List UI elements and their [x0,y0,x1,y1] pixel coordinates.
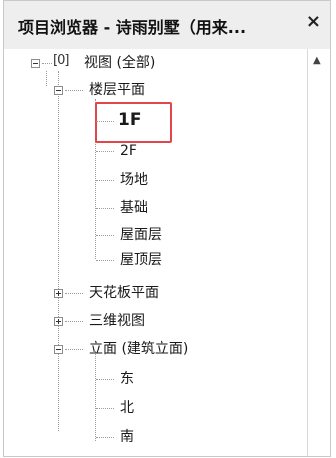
tree-connector [65,293,83,294]
collapse-toggle-icon[interactable] [54,86,63,95]
collapse-toggle-icon[interactable] [54,345,63,354]
tree-item-north[interactable]: 北 [120,397,134,419]
tree-connector [65,349,83,350]
tree-node-floor-plans[interactable]: 楼层平面 [89,79,145,101]
tree-node-ceiling-plans[interactable]: 天花板平面 [89,282,159,304]
tree-connector [96,437,114,438]
tree-connector [96,208,114,209]
chevron-up-icon[interactable]: ▲ [313,55,321,66]
project-browser-panel: 项目浏览器 - 诗雨别墅（用来... × [0] 视图 (全部) 楼层平面 1F… [3,0,331,457]
tree-connector [96,180,114,181]
tree-item-east[interactable]: 东 [120,368,134,390]
tree-guide-line [58,71,59,431]
tree-connector [96,121,114,122]
panel-titlebar: 项目浏览器 - 诗雨别墅（用来... × [4,1,330,50]
tree-view: [0] 视图 (全部) 楼层平面 1F 2F 场地 基础 屋面层 屋顶层 天花板… [4,49,330,456]
collapse-toggle-icon[interactable] [31,59,40,68]
expand-toggle-icon[interactable] [54,289,63,298]
tree-guide-line [95,351,96,441]
tree-connector [65,321,83,322]
tree-item-south[interactable]: 南 [120,426,134,448]
view-bracket-icon: [0] [53,53,69,68]
tree-item-2f[interactable]: 2F [120,140,137,162]
tree-item-site[interactable]: 场地 [120,169,148,191]
tree-root-label[interactable]: 视图 (全部) [84,52,155,74]
tree-item-1f[interactable]: 1F [118,109,141,131]
close-icon[interactable]: × [306,12,321,32]
tree-connector [96,151,114,152]
tree-connector [65,90,83,91]
tree-node-3d-views[interactable]: 三维视图 [89,310,145,332]
tree-item-roof-top[interactable]: 屋顶层 [120,249,162,271]
tree-item-foundation[interactable]: 基础 [120,197,148,219]
tree-connector [96,408,114,409]
tree-guide-line [46,71,47,86]
expand-toggle-icon[interactable] [54,317,63,326]
tree-connector [42,63,52,64]
tree-connector [96,235,114,236]
tree-node-elevations[interactable]: 立面 (建筑立面) [89,338,188,360]
vertical-scrollbar[interactable]: ▲ [307,49,330,456]
tree-item-roof-level[interactable]: 屋面层 [120,224,162,246]
tree-connector [96,260,114,261]
panel-title: 项目浏览器 - 诗雨别墅（用来... [18,18,247,37]
tree-connector [96,379,114,380]
